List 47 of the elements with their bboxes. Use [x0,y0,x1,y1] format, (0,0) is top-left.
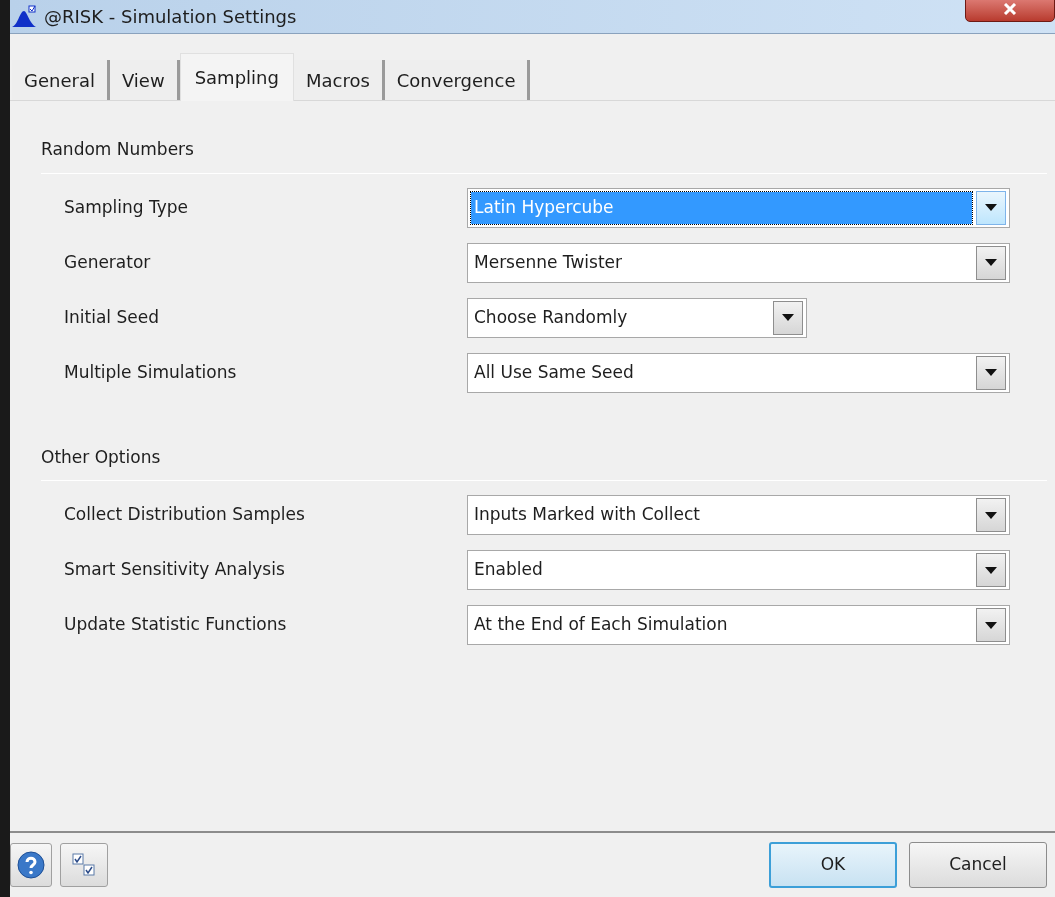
close-button[interactable] [965,0,1055,22]
dropdown-value: Choose Randomly [473,305,629,329]
dropdown-value: Mersenne Twister [473,250,623,274]
field-label: Multiple Simulations [64,360,238,384]
caret-icon [985,369,997,376]
caret-icon [782,314,794,321]
caret-icon [985,204,997,211]
dropdown-arrow-button[interactable] [976,553,1006,587]
dropdown-arrow-button[interactable] [976,190,1006,225]
dropdown-value: All Use Same Seed [473,360,635,384]
help-icon [17,851,45,879]
tools-button[interactable] [60,843,108,887]
field-label: Smart Sensitivity Analysis [64,558,286,582]
field-label: Generator [64,250,152,274]
dropdown-value: Latin Hypercube [471,191,972,224]
dropdown-arrow-button[interactable] [976,245,1006,280]
field-label: Update Statistic Functions [64,613,288,637]
caret-icon [985,621,997,629]
checkboxes-icon [71,852,97,878]
caret-icon [985,259,997,266]
caret-icon [985,511,997,519]
dropdown[interactable]: Choose Randomly [467,297,807,338]
close-icon [1003,3,1017,15]
dropdown-value: At the End of Each Simulation [473,613,729,637]
caret-icon [985,566,997,574]
dropdown-arrow-button[interactable] [976,355,1006,390]
dropdown[interactable]: Inputs Marked with Collect [467,495,1010,535]
app-logo-icon [12,4,38,29]
dropdown-value: Inputs Marked with Collect [473,503,701,527]
section-heading: Random Numbers [41,138,195,161]
tab[interactable]: Sampling [179,53,294,101]
dropdown[interactable]: Mersenne Twister [467,242,1010,283]
field-label: Sampling Type [64,195,190,219]
dropdown-value: Enabled [473,558,544,582]
dropdown-arrow-button[interactable] [773,300,803,335]
dialog-button[interactable]: OK [769,842,897,888]
dialog-button[interactable]: Cancel [909,842,1047,888]
field-label: Collect Distribution Samples [64,503,306,527]
window-title: @RISK - Simulation Settings [44,5,297,29]
help-button[interactable] [10,843,52,887]
dropdown[interactable]: At the End of Each Simulation [467,605,1010,645]
field-label: Initial Seed [64,305,160,329]
dropdown[interactable]: All Use Same Seed [467,352,1010,393]
dropdown[interactable]: Enabled [467,550,1010,590]
dropdown-arrow-button[interactable] [976,498,1006,532]
dropdown-arrow-button[interactable] [976,608,1006,642]
section-heading: Other Options [41,445,162,469]
